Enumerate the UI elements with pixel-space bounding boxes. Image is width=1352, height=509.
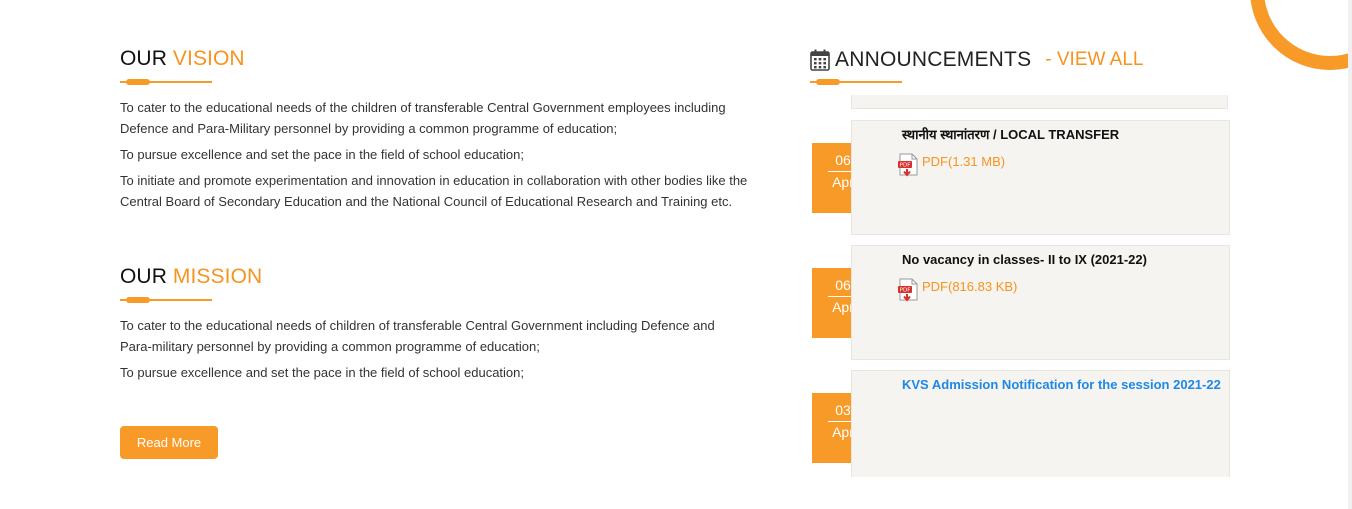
vision-heading: OUR VISION — [120, 46, 750, 72]
mission-paragraph: To cater to the educational needs of chi… — [120, 318, 715, 354]
announcements-header: ANNOUNCEMENTS - VIEW ALL — [810, 46, 1210, 85]
svg-text:PDF: PDF — [900, 163, 911, 169]
announcement-card: KVS Admission Notification for the sessi… — [851, 370, 1230, 477]
pdf-file-icon: PDF — [898, 153, 920, 184]
announcements-heading-underline — [810, 79, 902, 85]
pdf-download-link[interactable]: PDF PDF(816.83 KB) — [898, 278, 1017, 309]
pdf-size-label: PDF(1.31 MB) — [922, 154, 1006, 169]
mission-paragraph: To pursue excellence and set the pace in… — [120, 365, 524, 380]
vision-paragraph: To pursue excellence and set the pace in… — [120, 147, 524, 162]
mission-section: OUR MISSION To cater to the educational … — [120, 264, 750, 388]
vision-section: OUR VISION To cater to the educational n… — [120, 46, 750, 217]
announcement-title: No vacancy in classes- II to IX (2021-22… — [902, 252, 1147, 267]
pdf-file-icon: PDF — [898, 278, 920, 309]
announcements-title: ANNOUNCEMENTS — [835, 48, 1032, 71]
announcement-card: स्थानीय स्थानांतरण / LOCAL TRANSFER PDF … — [851, 120, 1230, 235]
view-all-link[interactable]: - VIEW ALL — [1045, 49, 1143, 71]
calendar-icon — [810, 49, 830, 71]
vision-paragraph: To cater to the educational needs of the… — [120, 100, 726, 136]
announcement-title-link[interactable]: KVS Admission Notification for the sessi… — [902, 377, 1222, 393]
mission-heading-prefix: OUR — [120, 265, 167, 288]
vision-heading-underline — [120, 79, 212, 85]
mission-heading: OUR MISSION — [120, 264, 750, 290]
svg-text:PDF: PDF — [900, 288, 911, 294]
vision-paragraph: To initiate and promote experimentation … — [120, 173, 748, 209]
pdf-size-label: PDF(816.83 KB) — [922, 279, 1018, 294]
vision-heading-prefix: OUR — [120, 47, 167, 70]
mission-heading-accent: MISSION — [172, 265, 263, 288]
announcements-list[interactable]: 06 Apr स्थानीय स्थानांतरण / LOCAL TRANSF… — [812, 95, 1232, 477]
previous-card-stub — [851, 95, 1228, 109]
announcement-title: स्थानीय स्थानांतरण / LOCAL TRANSFER — [902, 127, 1120, 142]
vision-heading-accent: VISION — [172, 47, 245, 70]
announcement-card: No vacancy in classes- II to IX (2021-22… — [851, 245, 1230, 360]
read-more-button[interactable]: Read More — [120, 426, 218, 459]
decorative-ring — [1250, 0, 1352, 70]
pdf-download-link[interactable]: PDF PDF(1.31 MB) — [898, 153, 1005, 184]
mission-heading-underline — [120, 297, 212, 303]
page-edge-strip — [1348, 0, 1352, 509]
